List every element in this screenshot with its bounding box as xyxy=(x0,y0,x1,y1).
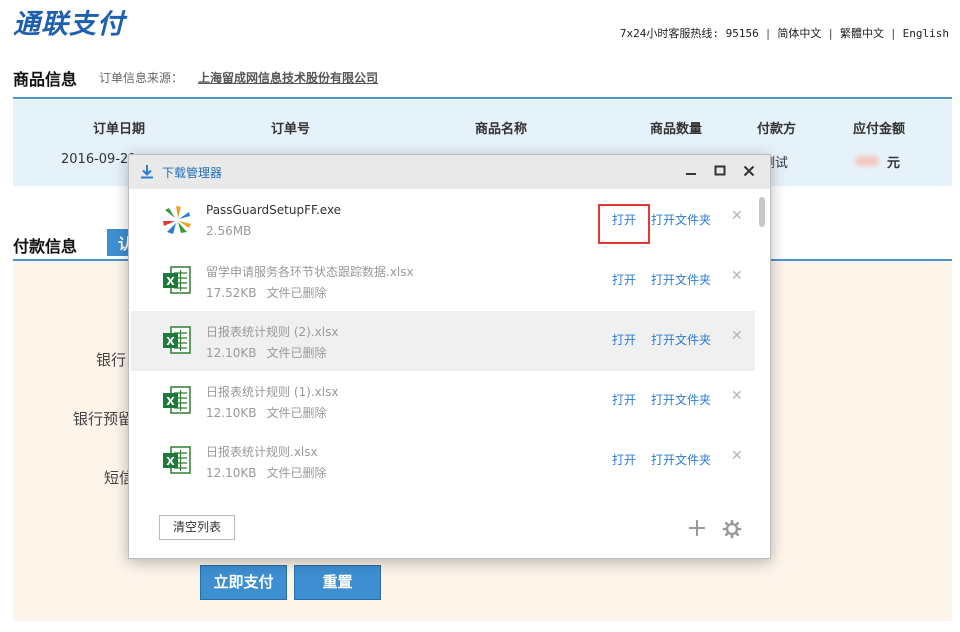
divider: | xyxy=(890,27,897,40)
order-source-label: 订单信息来源： xyxy=(99,71,184,85)
remove-item-icon[interactable]: ✕ xyxy=(731,388,743,404)
col-quantity: 商品数量 xyxy=(650,122,703,137)
svg-text:X: X xyxy=(166,275,175,288)
file-name: 日报表统计规则.xlsx xyxy=(206,445,318,459)
open-folder-link[interactable]: 打开文件夹 xyxy=(651,451,711,468)
open-folder-link[interactable]: 打开文件夹 xyxy=(651,331,711,348)
file-meta: 12.10KB 文件已删除 xyxy=(206,344,326,361)
download-list: PassGuardSetupFF.exe 2.56MB 打开 打开文件夹 ✕ X… xyxy=(129,191,757,491)
open-file-link[interactable]: 打开 xyxy=(612,451,636,468)
file-meta: 17.52KB 文件已删除 xyxy=(206,284,326,301)
file-size: 12.10KB xyxy=(206,406,257,420)
lang-simplified-link[interactable]: 简体中文 xyxy=(777,27,821,40)
col-order-number: 订单号 xyxy=(271,122,311,137)
scrollbar-thumb[interactable] xyxy=(759,197,765,227)
file-status: 文件已删除 xyxy=(266,286,327,300)
open-file-link[interactable]: 打开 xyxy=(612,211,636,228)
minimize-icon[interactable] xyxy=(681,161,701,181)
col-order-date: 订单日期 xyxy=(93,122,146,137)
divider: | xyxy=(764,27,772,40)
add-icon[interactable] xyxy=(686,517,708,539)
header-links: 7x24小时客服热线: 95156 | 简体中文 | 繁體中文 | English xyxy=(620,25,949,41)
excel-file-icon: X xyxy=(163,386,191,414)
col-amount-due: 应付金额 xyxy=(853,122,906,137)
bank-label: 银行 xyxy=(96,351,127,369)
excel-file-icon: X xyxy=(163,446,191,474)
svg-text:X: X xyxy=(166,455,175,468)
file-size: 12.10KB xyxy=(206,346,257,360)
file-meta: 12.10KB 文件已删除 xyxy=(206,404,326,421)
download-item[interactable]: X 日报表统计规则.xlsx 12.10KB 文件已删除 打开 打开文件夹 ✕ xyxy=(131,431,755,491)
file-meta: 2.56MB xyxy=(206,224,251,238)
section-divider xyxy=(13,97,952,99)
svg-text:X: X xyxy=(166,335,175,348)
download-icon xyxy=(141,165,153,179)
download-item[interactable]: X 日报表统计规则 (1).xlsx 12.10KB 文件已删除 打开 打开文件夹… xyxy=(131,371,755,431)
open-file-link[interactable]: 打开 xyxy=(612,271,636,288)
amount-redacted xyxy=(855,156,879,166)
file-name: 日报表统计规则 (1).xlsx xyxy=(206,385,339,399)
excel-file-icon: X xyxy=(163,266,191,294)
pay-now-button[interactable]: 立即支付 xyxy=(200,565,287,600)
file-name: 日报表统计规则 (2).xlsx xyxy=(206,325,339,339)
tonglian-pay-logo: 通联支付 xyxy=(13,9,125,40)
dialog-titlebar[interactable]: 下载管理器 xyxy=(129,155,770,189)
open-folder-link[interactable]: 打开文件夹 xyxy=(651,211,711,228)
file-status: 文件已删除 xyxy=(266,346,327,360)
file-size: 12.10KB xyxy=(206,466,257,480)
file-size: 17.52KB xyxy=(206,286,257,300)
remove-item-icon[interactable]: ✕ xyxy=(731,208,743,224)
remove-item-icon[interactable]: ✕ xyxy=(731,328,743,344)
file-status: 文件已删除 xyxy=(266,466,327,480)
dialog-title: 下载管理器 xyxy=(162,166,223,180)
file-name: PassGuardSetupFF.exe xyxy=(206,203,342,217)
goods-info-title: 商品信息 xyxy=(13,70,78,89)
open-folder-link[interactable]: 打开文件夹 xyxy=(651,271,711,288)
order-date-value: 2016-09-21 xyxy=(61,152,137,167)
download-item[interactable]: X 日报表统计规则 (2).xlsx 12.10KB 文件已删除 打开 打开文件夹… xyxy=(131,311,755,371)
remove-item-icon[interactable]: ✕ xyxy=(731,268,743,284)
open-folder-link[interactable]: 打开文件夹 xyxy=(651,391,711,408)
lang-english-link[interactable]: English xyxy=(903,27,949,40)
svg-text:X: X xyxy=(166,395,175,408)
download-manager-dialog: 下载管理器 PassGuardSetupFF.exe 2.56MB 打开 打开文… xyxy=(128,154,771,559)
bank-reserved-label: 银行预留 xyxy=(73,410,134,428)
order-source-link[interactable]: 上海留成网信息技术股份有限公司 xyxy=(198,69,378,86)
amount-unit: 元 xyxy=(887,156,901,171)
gear-icon[interactable] xyxy=(722,519,742,539)
excel-file-icon: X xyxy=(163,326,191,354)
divider: | xyxy=(827,27,835,40)
maximize-icon[interactable] xyxy=(710,161,730,181)
close-icon[interactable] xyxy=(739,161,759,181)
payment-info-title: 付款信息 xyxy=(13,237,78,256)
passguard-installer-icon xyxy=(163,206,191,234)
file-meta: 12.10KB 文件已删除 xyxy=(206,464,326,481)
reset-button[interactable]: 重置 xyxy=(294,565,381,600)
download-item[interactable]: PassGuardSetupFF.exe 2.56MB 打开 打开文件夹 ✕ xyxy=(131,191,755,251)
download-item[interactable]: X 留学申请服务各环节状态跟踪数据.xlsx 17.52KB 文件已删除 打开 打… xyxy=(131,251,755,311)
open-file-link[interactable]: 打开 xyxy=(612,391,636,408)
file-name: 留学申请服务各环节状态跟踪数据.xlsx xyxy=(206,265,414,279)
file-status: 文件已删除 xyxy=(266,406,327,420)
lang-traditional-link[interactable]: 繁體中文 xyxy=(840,27,884,40)
remove-item-icon[interactable]: ✕ xyxy=(731,448,743,464)
hotline-text: 7x24小时客服热线: 95156 xyxy=(619,27,759,40)
clear-list-button[interactable]: 清空列表 xyxy=(159,515,235,540)
file-size: 2.56MB xyxy=(206,224,252,238)
open-file-link[interactable]: 打开 xyxy=(612,331,636,348)
col-product-name: 商品名称 xyxy=(475,122,528,137)
col-payer: 付款方 xyxy=(757,122,797,137)
